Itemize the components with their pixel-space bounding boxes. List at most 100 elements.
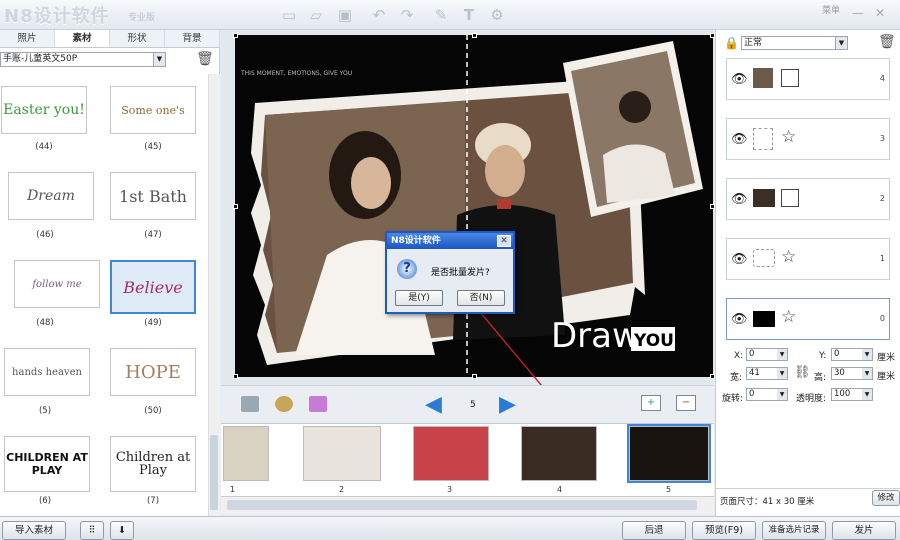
layer-index: 1	[879, 254, 885, 263]
eye-icon[interactable]: 👁	[731, 252, 748, 267]
material-thumb-selected[interactable]: Believe	[110, 260, 196, 314]
resize-handle[interactable]	[233, 33, 238, 38]
star-icon: ☆	[781, 247, 797, 267]
chevron-down-icon[interactable]: ▼	[777, 368, 787, 379]
layers-panel: 🔒 正常 ▼ 🗑 👁 4 👁 ☆ 3 👁 2 👁 ☆ 1 👁 ☆ 0 X: 0 ▼…	[715, 30, 900, 516]
text-tool-icon[interactable]: T	[460, 6, 478, 24]
tab-photos[interactable]: 照片	[0, 30, 55, 47]
menu-link[interactable]: 菜单	[822, 3, 840, 16]
trash-icon[interactable]: 🗑	[196, 51, 214, 67]
material-label: (44)	[35, 142, 53, 152]
chevron-down-icon[interactable]: ▼	[862, 389, 872, 400]
redo-icon[interactable]: ↷	[398, 6, 416, 24]
preview-button[interactable]: 预览(F9)	[692, 521, 756, 540]
material-label: (49)	[144, 318, 162, 328]
height-input[interactable]: 30 ▼	[831, 367, 873, 380]
material-grid: Easter you! (44) Some one's (45) Dream (…	[0, 74, 208, 514]
layer-row-selected[interactable]: 👁 ☆ 0	[726, 298, 890, 340]
layer-row[interactable]: 👁 2	[726, 178, 890, 220]
grid-view-button[interactable]: ⠿	[80, 521, 104, 540]
chevron-down-icon[interactable]: ▼	[835, 37, 847, 49]
material-thumb[interactable]: 1st Bath	[110, 172, 196, 220]
link-chain-icon[interactable]: ⛓	[794, 365, 811, 380]
layer-row[interactable]: 👁 4	[726, 58, 890, 100]
bottom-bar: 导入素材 ⠿ ⬇ 后退 预览(F9) 准备选片记录 发片	[0, 516, 900, 540]
open-folder-icon[interactable]: ▱	[307, 6, 325, 24]
filmstrip-scrollbar[interactable]	[221, 496, 714, 514]
page-thumb[interactable]	[413, 426, 489, 481]
material-thumb[interactable]: Dream	[8, 172, 94, 220]
layer-row[interactable]: 👁 ☆ 3	[726, 118, 890, 160]
unit-label: 厘米	[877, 353, 896, 363]
page-thumb[interactable]	[303, 426, 381, 481]
resize-handle[interactable]	[233, 374, 238, 379]
brush-icon[interactable]: ✎	[432, 6, 450, 24]
edit-size-button[interactable]: 修改	[872, 490, 900, 506]
eye-icon[interactable]: 👁	[731, 192, 748, 207]
undo-icon[interactable]: ↶	[370, 6, 388, 24]
layer-row[interactable]: 👁 ☆ 1	[726, 238, 890, 280]
close-icon[interactable]: ✕	[497, 235, 511, 247]
settings-gear-icon[interactable]: ⚙	[488, 6, 506, 24]
material-thumb[interactable]: hands heaven	[4, 348, 90, 396]
chevron-down-icon[interactable]: ▼	[862, 349, 872, 360]
page-nav-bar: ◀ 5 ▶ + −	[221, 385, 714, 423]
next-page-arrow-icon[interactable]: ▶	[499, 392, 516, 417]
globe-icon[interactable]	[275, 396, 293, 412]
layout-icon[interactable]	[309, 396, 327, 412]
remove-page-icon[interactable]: −	[676, 395, 696, 411]
x-input[interactable]: 0 ▼	[746, 348, 788, 361]
download-button[interactable]: ⬇	[110, 521, 134, 540]
material-thumb[interactable]: Children at Play	[110, 436, 196, 492]
close-window-icon[interactable]: ✕	[875, 6, 885, 20]
lock-icon[interactable]: 🔒	[724, 36, 739, 50]
chevron-down-icon[interactable]: ▼	[862, 368, 872, 379]
chevron-down-icon[interactable]: ▼	[153, 53, 165, 66]
rotate-input[interactable]: 0 ▼	[746, 388, 788, 401]
chevron-down-icon[interactable]: ▼	[777, 349, 787, 360]
y-label: Y:	[819, 351, 827, 361]
trash-icon[interactable]: 🗑	[878, 34, 896, 50]
material-thumb[interactable]: Easter you!	[1, 86, 87, 134]
y-input[interactable]: 0 ▼	[831, 348, 873, 361]
page-thumb[interactable]	[521, 426, 597, 481]
material-thumb[interactable]: Some one's	[110, 86, 196, 134]
yes-button[interactable]: 是(Y)	[395, 290, 443, 306]
opacity-input[interactable]: 100 ▼	[831, 388, 873, 401]
tab-backgrounds[interactable]: 背景	[165, 30, 220, 47]
save-icon[interactable]: ▣	[336, 6, 354, 24]
page-thumb-number: 2	[339, 485, 345, 494]
left-scrollbar-thumb[interactable]	[210, 435, 218, 510]
photo-frame-icon[interactable]	[241, 396, 259, 412]
no-button[interactable]: 否(N)	[457, 290, 505, 306]
blend-mode-select[interactable]: 正常 ▼	[741, 36, 848, 50]
material-thumb[interactable]: CHILDREN AT PLAY	[4, 436, 90, 492]
send-button[interactable]: 发片	[832, 521, 896, 540]
material-thumb[interactable]: HOPE	[110, 348, 196, 396]
page-thumb-selected[interactable]	[627, 424, 711, 483]
eye-icon[interactable]: 👁	[731, 72, 748, 87]
new-file-icon[interactable]: ▭	[280, 6, 298, 24]
chevron-down-icon[interactable]: ▼	[777, 389, 787, 400]
tab-shapes[interactable]: 形状	[110, 30, 165, 47]
resize-handle[interactable]	[233, 204, 238, 209]
minimize-icon[interactable]: —	[852, 6, 864, 20]
blend-mode-value: 正常	[744, 38, 763, 48]
back-button[interactable]: 后退	[622, 521, 686, 540]
opacity-label: 透明度:	[796, 394, 827, 404]
tab-materials[interactable]: 素材	[55, 30, 110, 47]
eye-icon[interactable]: 👁	[731, 132, 748, 147]
material-label: (5)	[38, 406, 52, 416]
filmstrip-scrollbar-thumb[interactable]	[227, 500, 697, 510]
resize-handle[interactable]	[472, 33, 477, 38]
category-select[interactable]: 手账-儿童英文50P ▼	[0, 52, 166, 67]
import-materials-button[interactable]: 导入素材	[2, 521, 66, 540]
prepare-selection-button[interactable]: 准备选片记录	[762, 521, 826, 540]
width-input[interactable]: 41 ▼	[746, 367, 788, 380]
add-page-icon[interactable]: +	[641, 395, 661, 411]
material-thumb[interactable]: follow me	[14, 260, 100, 308]
page-thumb[interactable]	[223, 426, 269, 481]
layer-index: 3	[879, 134, 885, 143]
prev-page-arrow-icon[interactable]: ◀	[425, 392, 442, 417]
eye-icon[interactable]: 👁	[731, 312, 748, 327]
